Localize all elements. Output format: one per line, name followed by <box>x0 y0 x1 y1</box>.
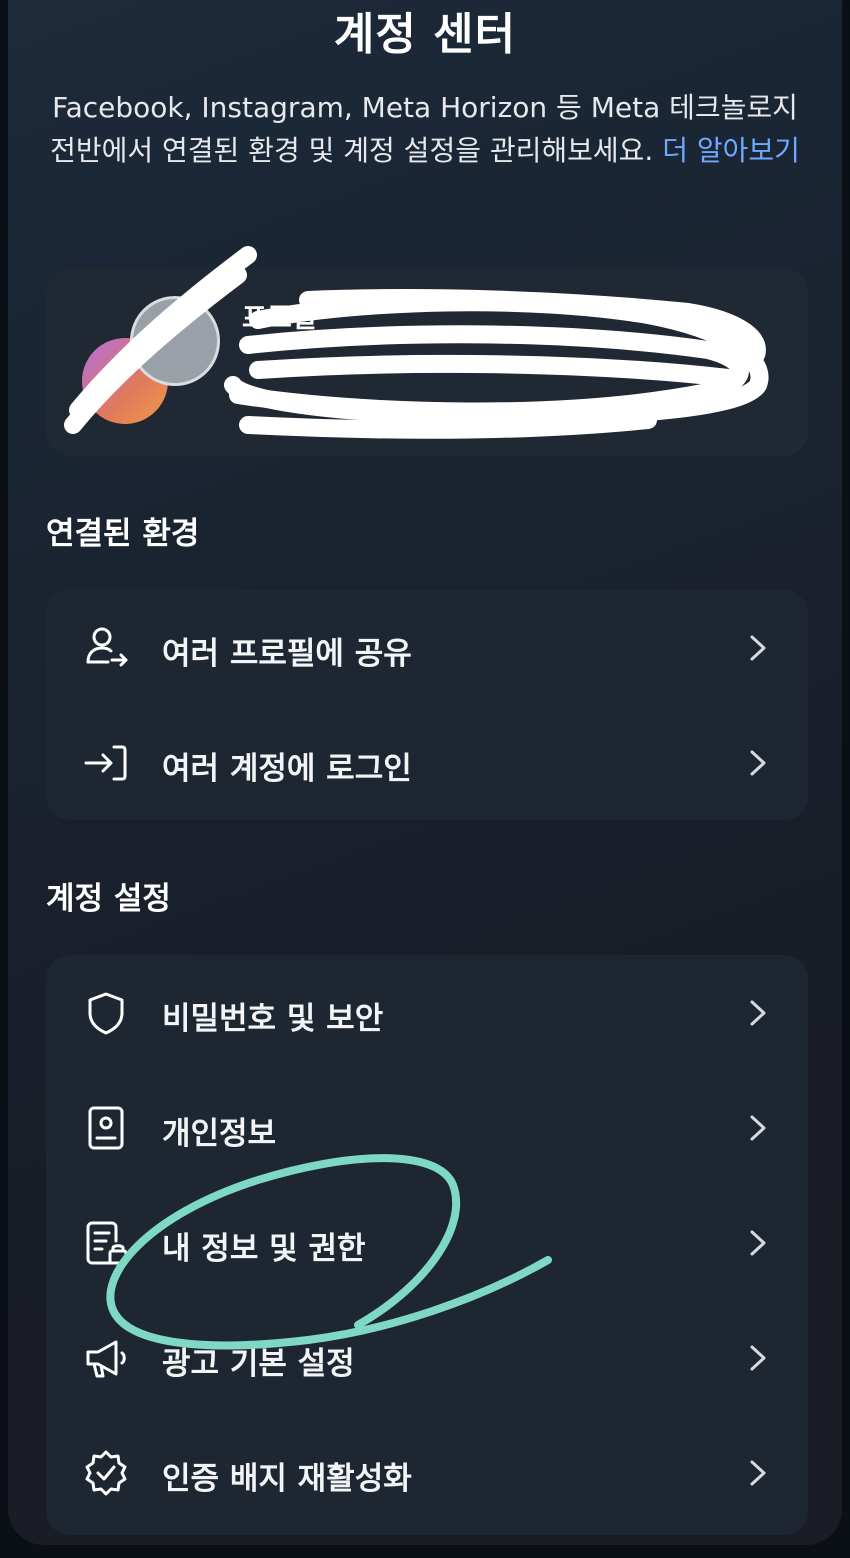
page-title: 계정 센터 <box>333 9 517 60</box>
avatar-secondary <box>130 296 220 386</box>
menu-item-verified-badge[interactable]: 인증 배지 재활성화 <box>46 1415 808 1530</box>
menu-item-personal-details[interactable]: 개인정보 <box>46 1070 808 1185</box>
bottom-edge <box>0 1545 850 1558</box>
menu-item-label: 여러 프로필에 공유 <box>162 636 412 672</box>
chevron-right-icon <box>750 1115 766 1141</box>
shield-icon <box>88 992 124 1035</box>
megaphone-icon <box>86 1340 126 1378</box>
menu-item-label: 개인정보 <box>162 1116 277 1152</box>
share-profiles-icon <box>86 627 128 667</box>
page-description: Facebook, Instagram, Meta Horizon 등 Meta… <box>48 86 802 172</box>
menu-item-your-info-permissions[interactable]: 내 정보 및 권한 <box>46 1185 808 1300</box>
chevron-right-icon <box>750 1345 766 1371</box>
menu-item-label: 여러 계정에 로그인 <box>162 751 412 787</box>
learn-more-link[interactable]: 더 알아보기 <box>662 134 800 167</box>
section-label-connected: 연결된 환경 <box>46 516 200 552</box>
chevron-right-icon <box>750 750 766 776</box>
verified-badge-icon <box>85 1450 127 1496</box>
profile-card-title: 프로필 <box>242 303 317 334</box>
id-card-icon <box>88 1106 124 1150</box>
menu-item-ad-preferences[interactable]: 광고 기본 설정 <box>46 1300 808 1415</box>
account-settings-card: 비밀번호 및 보안 개인정보 내 정보 및 권한 광고 기본 설정 인증 배지 … <box>46 955 808 1535</box>
login-arrow-icon <box>84 745 127 781</box>
menu-item-label: 인증 배지 재활성화 <box>162 1461 412 1497</box>
chevron-right-icon <box>750 342 766 368</box>
menu-item-login-accounts[interactable]: 여러 계정에 로그인 <box>46 705 808 820</box>
chevron-right-icon <box>750 1460 766 1486</box>
section-label-account-settings: 계정 설정 <box>46 881 171 917</box>
menu-item-label: 비밀번호 및 보안 <box>162 1001 384 1037</box>
connected-card: 여러 프로필에 공유 여러 계정에 로그인 <box>46 590 808 820</box>
chevron-right-icon <box>750 635 766 661</box>
menu-item-share-profiles[interactable]: 여러 프로필에 공유 <box>46 590 808 705</box>
menu-item-label: 광고 기본 설정 <box>162 1346 355 1382</box>
chevron-right-icon <box>750 1000 766 1026</box>
document-lock-icon <box>86 1221 128 1265</box>
menu-item-label: 내 정보 및 권한 <box>162 1231 366 1267</box>
menu-item-password-security[interactable]: 비밀번호 및 보안 <box>46 955 808 1070</box>
accounts-center-screen: 계정 센터 Facebook, Instagram, Meta Horizon … <box>8 0 842 1545</box>
profile-card[interactable]: 프로필 <box>46 268 808 456</box>
chevron-right-icon <box>750 1230 766 1256</box>
